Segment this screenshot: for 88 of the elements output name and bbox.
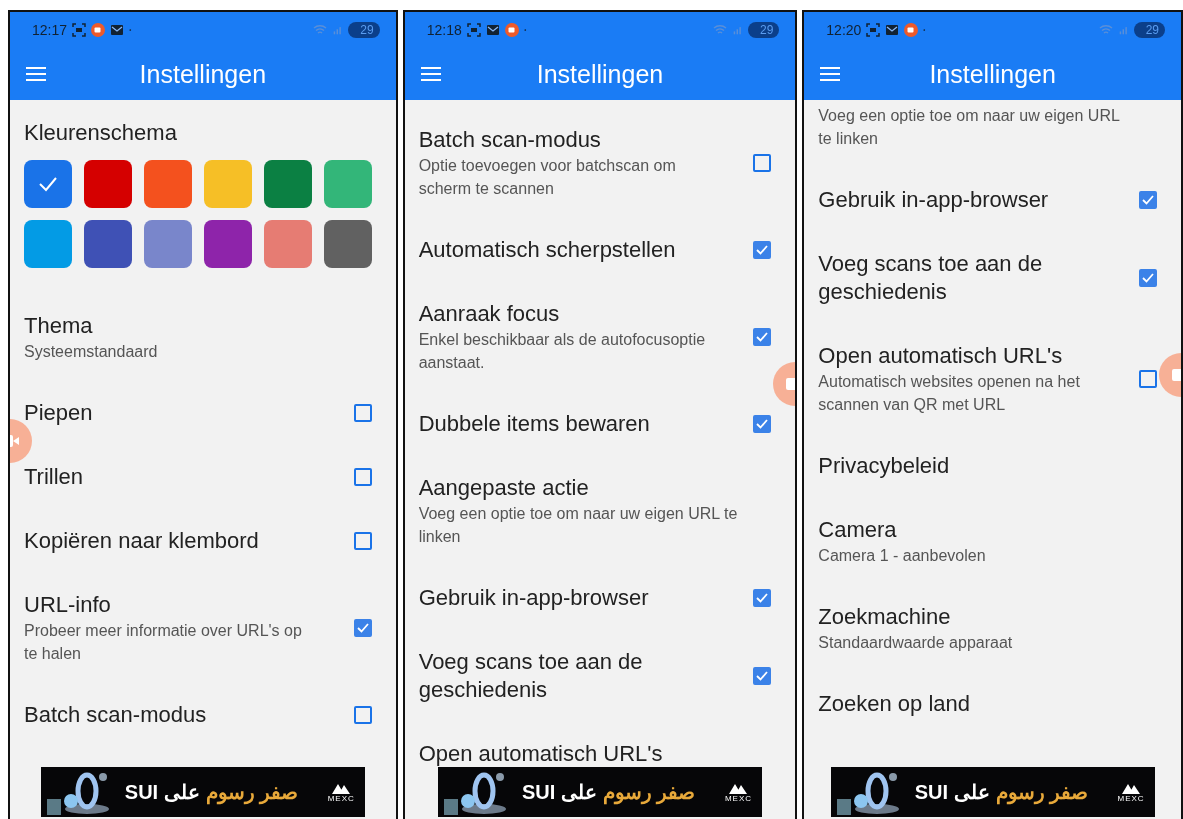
record-icon [504,23,519,37]
battery-level: 29 [747,22,780,38]
setting-title: Piepen [24,399,94,427]
checkbox[interactable] [353,468,372,486]
setting-title: Open automatisch URL's [418,740,664,768]
color-swatch[interactable] [324,160,372,208]
setting-title: Kopiëren naar klembord [24,527,260,555]
section-title: Kleurenschema [23,120,178,146]
setting-description: Systeemstandaard [24,342,159,362]
setting-title: Zoeken op land [818,690,971,718]
checkbox[interactable] [1139,370,1157,388]
setting-description: Standaardwaarde apparaat [818,633,1014,653]
record-icon [91,23,106,37]
ad-brand: MEXC [1117,793,1145,803]
checkbox[interactable] [753,154,772,172]
color-swatch[interactable] [84,160,132,208]
setting-title: Voeg scans toe aan de geschiedenis [818,250,1044,306]
status-time: 12:20 [826,22,862,38]
checkbox[interactable] [753,241,772,259]
setting-description: Camera 1 - aanbevolen [818,546,987,566]
mail-icon [110,23,125,37]
checkbox[interactable] [353,706,372,724]
setting-description: Optie toevoegen voor batchscan om scherm te scannen [418,156,677,199]
mail-icon [485,23,500,37]
setting-title: Gebruik in-app-browser [418,584,650,612]
battery-level: 29 [1133,22,1165,38]
setting-description: Voeg een optie toe om naar uw eigen URL te linken [418,504,739,547]
screenshot-icon [866,23,881,37]
setting-title: Thema [24,312,94,340]
setting-title: Privacybeleid [818,452,951,480]
checkbox[interactable] [753,667,772,685]
menu-icon[interactable] [820,66,841,82]
app-title: Instellingen [138,59,268,89]
setting-description: Probeer meer informatie over URL's op te halen [24,621,303,664]
screenshot-icon [466,23,481,37]
color-swatch[interactable] [24,220,72,268]
color-swatch[interactable] [324,220,372,268]
ad-text: على SUI [914,780,990,804]
setting-title: Gebruik in-app-browser [818,186,1050,214]
setting-title: Voeg scans toe aan de geschiedenis [418,648,644,704]
setting-title: Automatisch scherpstellen [418,236,677,264]
mail-icon [885,23,900,37]
color-swatch[interactable] [144,160,192,208]
checkbox[interactable] [753,415,772,433]
setting-title: Batch scan-modus [418,126,602,154]
screenshot-icon [72,23,87,37]
color-swatch[interactable] [264,160,312,208]
setting-description: Enkel beschikbaar als de autofocusoptie aanstaat. [418,330,707,373]
setting-title: Batch scan-modus [24,701,208,729]
setting-description: Voeg een optie toe om naar uw eigen URL te linken [818,106,1121,149]
setting-title: Aanraak focus [418,300,561,328]
ad-headline: صفر رسوم [995,780,1089,804]
app-title: Instellingen [928,59,1057,89]
color-swatch[interactable] [204,220,252,268]
checkbox[interactable] [1139,191,1157,209]
setting-title: Dubbele items bewaren [418,410,651,438]
color-swatch[interactable] [84,220,132,268]
setting-title: Open automatisch URL's [818,342,1064,370]
setting-title: Trillen [24,463,85,491]
ad-headline: صفر رسوم [205,780,299,804]
status-time: 12:17 [32,22,68,38]
checkbox[interactable] [753,328,772,346]
ad-text: على SUI [522,780,597,804]
ad-brand: MEXC [724,793,752,803]
status-time: 12:18 [426,22,462,38]
app-title: Instellingen [535,59,665,89]
ad-headline: صفر رسوم [602,780,696,804]
ad-text: على SUI [124,780,200,804]
check-icon [38,176,58,192]
setting-title: Camera [818,516,898,544]
ad-brand: MEXC [327,793,355,803]
menu-icon[interactable] [420,66,441,82]
checkbox[interactable] [353,532,372,550]
setting-description: Automatisch websites openen na het scannen van QR met URL [818,372,1081,415]
checkbox[interactable] [353,404,372,422]
color-swatch[interactable] [144,220,192,268]
checkbox[interactable] [353,619,372,637]
checkbox[interactable] [753,589,772,607]
checkbox[interactable] [1139,269,1157,287]
battery-level: 29 [348,22,380,38]
setting-title: Aangepaste actie [418,474,590,502]
record-icon [904,23,919,37]
color-swatch[interactable] [24,160,72,208]
menu-icon[interactable] [26,66,46,82]
color-swatch[interactable] [204,160,252,208]
color-swatch[interactable] [264,220,312,268]
setting-title: URL-info [24,591,112,619]
setting-title: Zoekmachine [818,603,952,631]
